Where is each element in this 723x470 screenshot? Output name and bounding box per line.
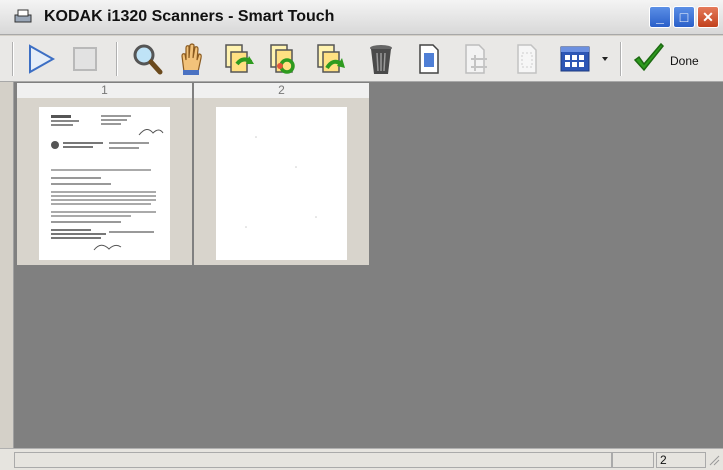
maximize-button[interactable]: □ bbox=[673, 6, 695, 28]
rotate-180-icon bbox=[270, 44, 295, 74]
toolbar-grip bbox=[12, 42, 14, 76]
rotate-left-button[interactable] bbox=[220, 40, 258, 78]
zoom-button[interactable] bbox=[128, 40, 166, 78]
rotate-right-button[interactable] bbox=[312, 40, 350, 78]
status-empty-panel bbox=[612, 452, 654, 468]
status-bar: 2 bbox=[0, 448, 723, 470]
thumbnail-number: 1 bbox=[17, 83, 192, 98]
delete-icon bbox=[370, 45, 392, 74]
document-preview bbox=[51, 115, 164, 251]
thumbnail-number: 2 bbox=[194, 83, 369, 98]
thumbnail-area: 1 2 bbox=[14, 82, 723, 448]
delete-button[interactable] bbox=[362, 40, 400, 78]
toolbar: Done bbox=[0, 36, 723, 82]
page-count: 2 bbox=[656, 452, 706, 468]
stop-icon bbox=[73, 47, 97, 71]
done-button[interactable] bbox=[630, 40, 668, 78]
start-icon bbox=[29, 44, 56, 74]
page-view-button[interactable] bbox=[410, 40, 448, 78]
status-message bbox=[14, 452, 612, 468]
page-outline-button[interactable] bbox=[508, 40, 546, 78]
toolbar-separator bbox=[620, 42, 622, 76]
rotate-left-icon bbox=[225, 44, 254, 73]
page-icon bbox=[419, 44, 439, 74]
crop-icon bbox=[465, 44, 487, 74]
page-image bbox=[216, 107, 347, 260]
toolbar-separator bbox=[116, 42, 118, 76]
pan-button[interactable] bbox=[172, 40, 210, 78]
resize-grip-icon[interactable] bbox=[708, 454, 720, 466]
start-scan-button[interactable] bbox=[22, 40, 60, 78]
page-image bbox=[39, 107, 170, 260]
layout-icon bbox=[560, 46, 590, 72]
rotate-right-icon bbox=[317, 44, 345, 73]
blank-page-preview bbox=[245, 136, 317, 228]
thumbnail-page-1[interactable]: 1 bbox=[17, 83, 192, 265]
crop-button[interactable] bbox=[458, 40, 496, 78]
layout-button[interactable] bbox=[556, 40, 594, 78]
zoom-icon bbox=[133, 44, 163, 75]
close-button[interactable]: ✕ bbox=[697, 6, 719, 28]
minimize-button[interactable]: _ bbox=[649, 6, 671, 28]
app-window: KODAK i1320 Scanners - Smart Touch _ □ ✕ bbox=[0, 0, 723, 470]
done-icon bbox=[633, 42, 665, 72]
chevron-down-icon bbox=[602, 57, 608, 61]
stop-scan-button[interactable] bbox=[66, 40, 104, 78]
pan-hand-icon bbox=[181, 43, 202, 75]
title-bar: KODAK i1320 Scanners - Smart Touch _ □ ✕ bbox=[0, 0, 723, 35]
thumbnail-page-2[interactable]: 2 bbox=[194, 83, 369, 265]
done-label[interactable]: Done bbox=[670, 54, 699, 68]
page-outline-icon bbox=[517, 44, 537, 74]
window-title: KODAK i1320 Scanners - Smart Touch bbox=[44, 8, 335, 25]
left-panel-edge bbox=[0, 82, 14, 448]
rotate-180-button[interactable] bbox=[264, 40, 302, 78]
layout-dropdown[interactable] bbox=[598, 40, 612, 78]
scanner-app-icon bbox=[14, 9, 32, 23]
